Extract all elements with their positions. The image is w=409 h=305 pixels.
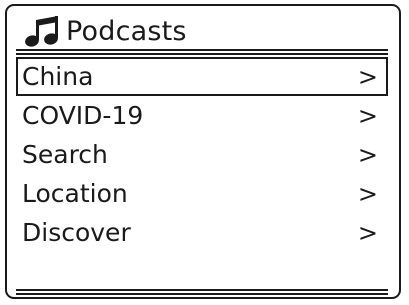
chevron-right-icon: > (357, 218, 378, 247)
menu-item-search[interactable]: Search > (16, 135, 388, 174)
menu-item-covid-19[interactable]: COVID-19 > (16, 96, 388, 135)
menu-item-label: Discover (22, 218, 131, 247)
menu-item-discover[interactable]: Discover > (16, 213, 388, 252)
menu-item-location[interactable]: Location > (16, 174, 388, 213)
menu-item-china[interactable]: China > (16, 57, 388, 96)
footer-divider (16, 293, 388, 295)
music-note-icon (25, 16, 58, 47)
screen-header: Podcasts (22, 12, 187, 50)
podcast-menu: China > COVID-19 > Search > Location > D… (16, 57, 388, 252)
header-divider (16, 49, 388, 51)
menu-item-label: COVID-19 (22, 101, 144, 130)
chevron-right-icon: > (357, 101, 378, 130)
header-divider (16, 53, 388, 55)
menu-item-label: Location (22, 179, 128, 208)
chevron-right-icon: > (357, 62, 378, 91)
header-title: Podcasts (66, 15, 187, 47)
footer-divider (16, 289, 388, 291)
menu-item-label: Search (22, 140, 108, 169)
chevron-right-icon: > (357, 140, 378, 169)
menu-item-label: China (22, 62, 94, 91)
chevron-right-icon: > (357, 179, 378, 208)
